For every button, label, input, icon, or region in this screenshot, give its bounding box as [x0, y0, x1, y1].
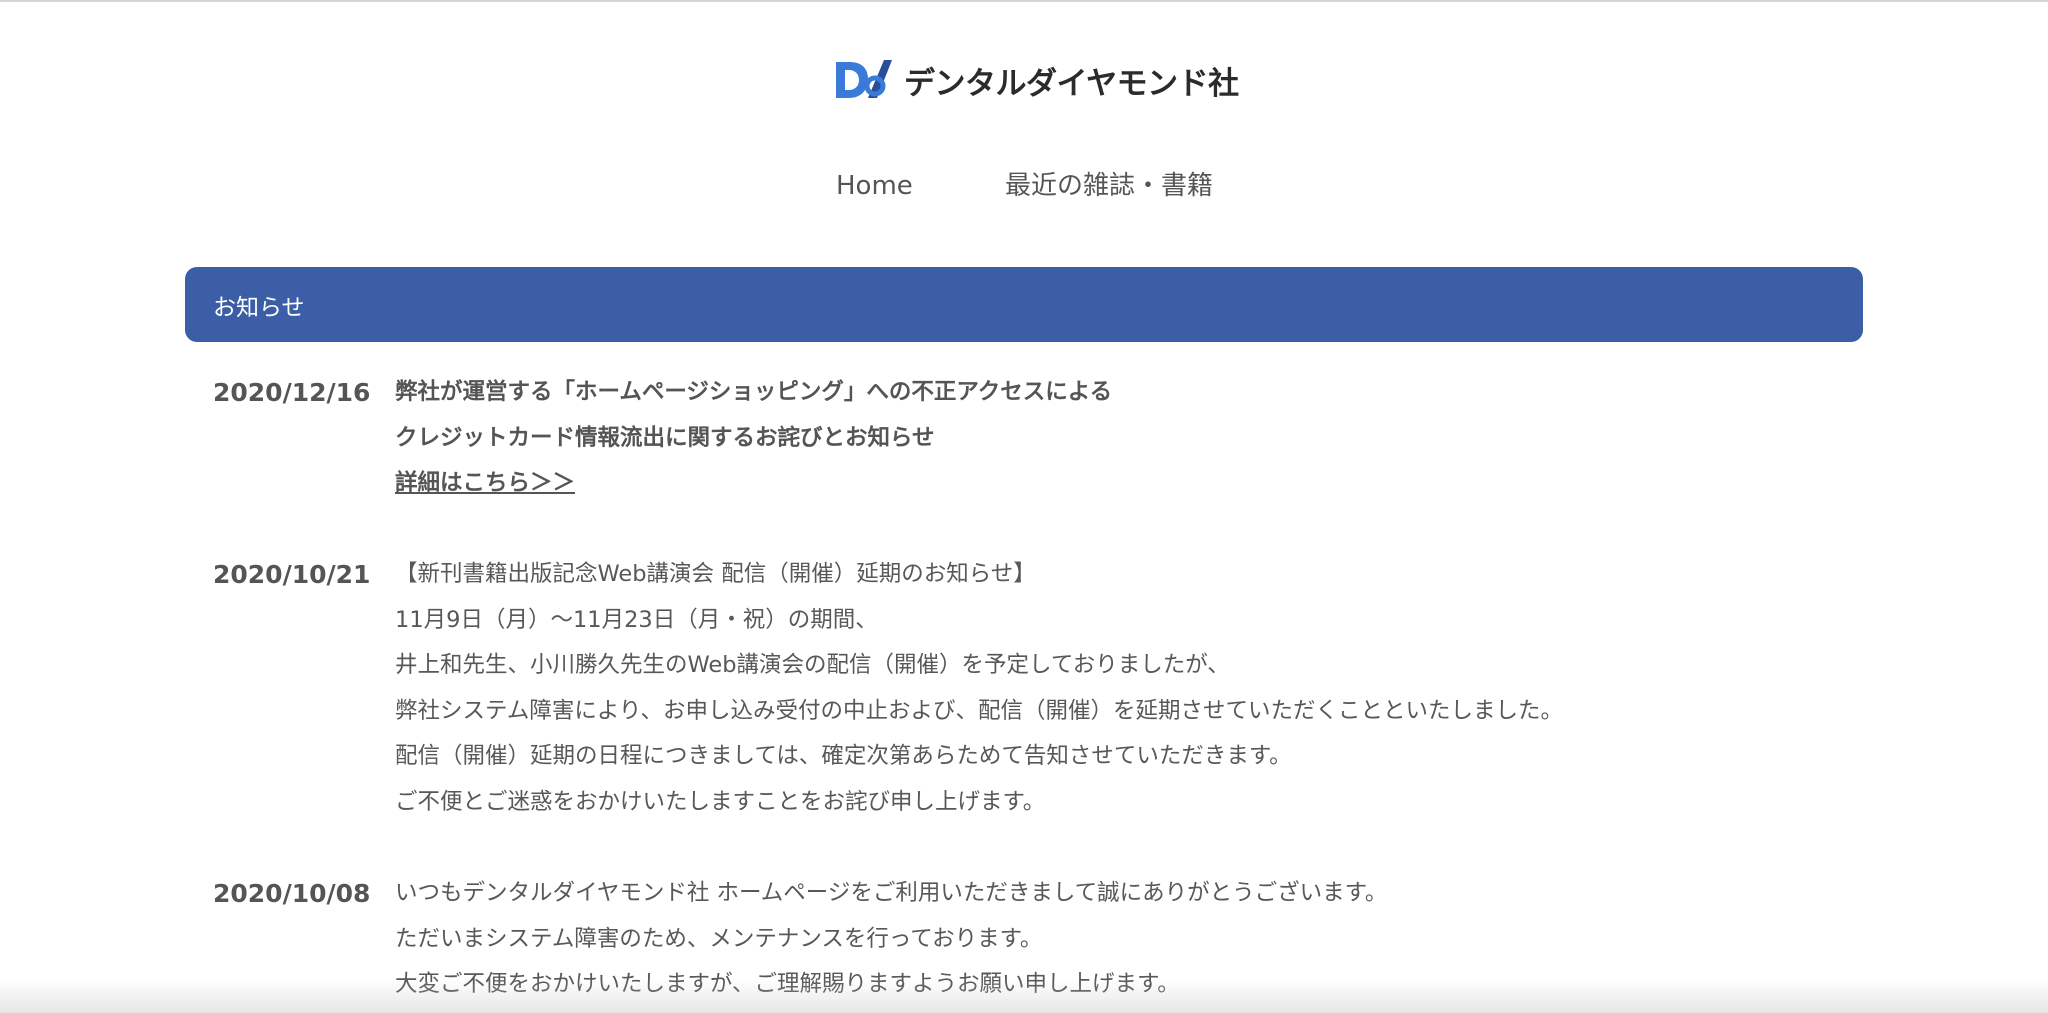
news-line: 井上和先生、小川勝久先生のWeb講演会の配信（開催）を予定しておりましたが、: [395, 652, 1230, 678]
news-line: ただいまシステム障害のため、メンテナンスを行っております。: [395, 925, 1043, 952]
notices-header-bar: お知らせ: [185, 267, 1863, 342]
logo-mark-icon: [832, 56, 898, 104]
news-line: 大変ご不便をおかけいたしますが、ご理解賜りますようお願い申し上げます。: [395, 971, 1180, 997]
site-logo[interactable]: デンタルダイヤモンド社: [832, 56, 1239, 104]
news-date: 2020/10/08: [213, 879, 371, 908]
news-body: 【新刊書籍出版記念Web講演会 配信（開催）延期のお知らせ】 11月9日（月）〜…: [395, 560, 1595, 833]
news-line: いつもデンタルダイヤモンド社 ホームページをご利用いただきまして誠にありがとうご…: [395, 880, 1388, 906]
news-body: いつもデンタルダイヤモンド社 ホームページをご利用いただきまして誠にありがとうご…: [395, 879, 1595, 1013]
news-date: 2020/12/16: [213, 378, 371, 407]
news-line: 弊社が運営する「ホームページショッピング」への不正アクセスによる: [395, 379, 1113, 405]
news-line: クレジットカード情報流出に関するお詫びとお知らせ: [395, 424, 935, 451]
notices-title: お知らせ: [213, 294, 305, 321]
page: デンタルダイヤモンド社 Home 最近の雑誌・書籍 お知らせ 2020/12/1…: [0, 0, 2048, 1013]
logo-text: デンタルダイヤモンド社: [904, 65, 1239, 102]
news-line: 弊社システム障害により、お申し込み受付の中止および、配信（開催）を延期させていた…: [395, 697, 1563, 724]
news-line: 11月9日（月）〜11月23日（月・祝）の期間、: [395, 606, 878, 633]
news-line: 配信（開催）延期の日程につきましては、確定次第あらためて告知させていただきます。: [395, 743, 1292, 769]
top-divider: [0, 0, 2048, 2]
news-line: ご不便とご迷惑をおかけいたしますことをお詫び申し上げます。: [395, 788, 1046, 815]
details-link[interactable]: 詳細はこちら＞＞: [395, 461, 575, 507]
news-date: 2020/10/21: [213, 560, 371, 589]
news-line: 【新刊書籍出版記念Web講演会 配信（開催）延期のお知らせ】: [395, 561, 1036, 587]
main-nav: Home 最近の雑誌・書籍: [0, 164, 2048, 208]
nav-recent-books-link[interactable]: 最近の雑誌・書籍: [1005, 164, 1213, 208]
news-body: 弊社が運営する「ホームページショッピング」への不正アクセスによる クレジットカー…: [395, 378, 1595, 515]
nav-home-link[interactable]: Home: [836, 164, 913, 208]
